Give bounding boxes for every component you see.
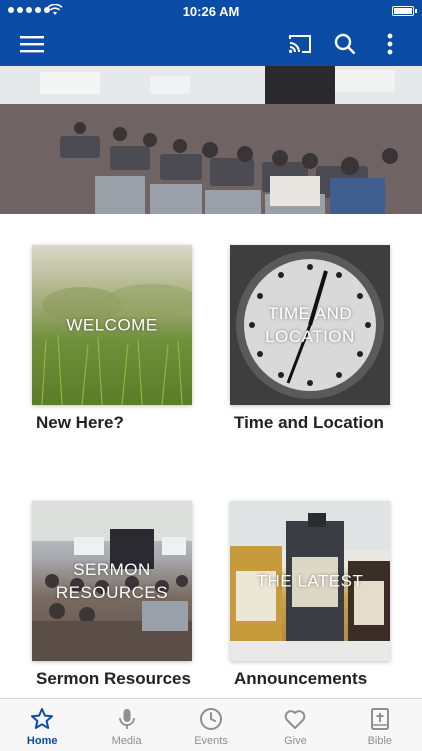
tab-label: Bible — [367, 735, 393, 747]
cast-button[interactable] — [286, 30, 314, 58]
tile-caption: New Here? — [36, 413, 124, 432]
tile-caption: Announcements — [234, 669, 368, 688]
bottom-tab-bar: Home Media Events Give Bible — [0, 698, 422, 751]
tab-events[interactable]: Events — [169, 699, 253, 751]
tile-overlay-text: WELCOME — [66, 315, 158, 335]
welcome-image: WELCOME — [32, 245, 192, 405]
status-time: 10:26 AM — [182, 4, 240, 19]
tab-label: Home — [26, 735, 58, 747]
time-and-location-tile[interactable]: TIME AND LOCATION Time and Location — [230, 245, 390, 432]
tab-label: Events — [194, 735, 228, 747]
hero-image — [0, 66, 422, 214]
tab-bible[interactable]: Bible — [338, 699, 422, 751]
status-bar: 10:26 AM — [0, 0, 422, 22]
clock-image: TIME AND LOCATION — [230, 245, 390, 405]
app-bar — [0, 22, 422, 66]
tab-label: Give — [284, 735, 307, 747]
newspaper-image: THE LATEST — [230, 501, 390, 661]
announcements-tile[interactable]: THE LATEST Announcements — [230, 501, 390, 688]
bible-icon — [370, 708, 389, 730]
new-here-tile[interactable]: WELCOME New Here? — [32, 245, 192, 432]
sermon-resources-tile[interactable]: SERMON RESOURCES Sermon Resources — [32, 501, 192, 688]
microphone-icon — [118, 709, 135, 729]
menu-button[interactable] — [18, 30, 46, 58]
search-button[interactable] — [331, 30, 359, 58]
tile-overlay-text: THE LATEST — [256, 571, 364, 591]
tile-caption: Time and Location — [234, 413, 384, 432]
tab-label: Media — [111, 735, 142, 747]
cast-icon — [289, 35, 311, 53]
tab-home[interactable]: Home — [0, 699, 84, 751]
more-options-button[interactable] — [376, 30, 404, 58]
battery-icon — [392, 6, 417, 16]
sermon-image: SERMON RESOURCES — [32, 501, 192, 661]
hamburger-icon — [20, 36, 44, 53]
heart-icon — [285, 710, 306, 729]
clock-icon — [200, 708, 223, 730]
tab-give[interactable]: Give — [253, 699, 337, 751]
search-icon — [334, 33, 356, 55]
tile-overlay-text: TIME AND LOCATION — [265, 304, 355, 346]
tile-overlay-text: SERMON RESOURCES — [55, 560, 169, 602]
star-icon — [31, 708, 54, 729]
tile-caption: Sermon Resources — [36, 669, 191, 688]
more-vertical-icon — [387, 33, 393, 55]
tab-media[interactable]: Media — [84, 699, 168, 751]
